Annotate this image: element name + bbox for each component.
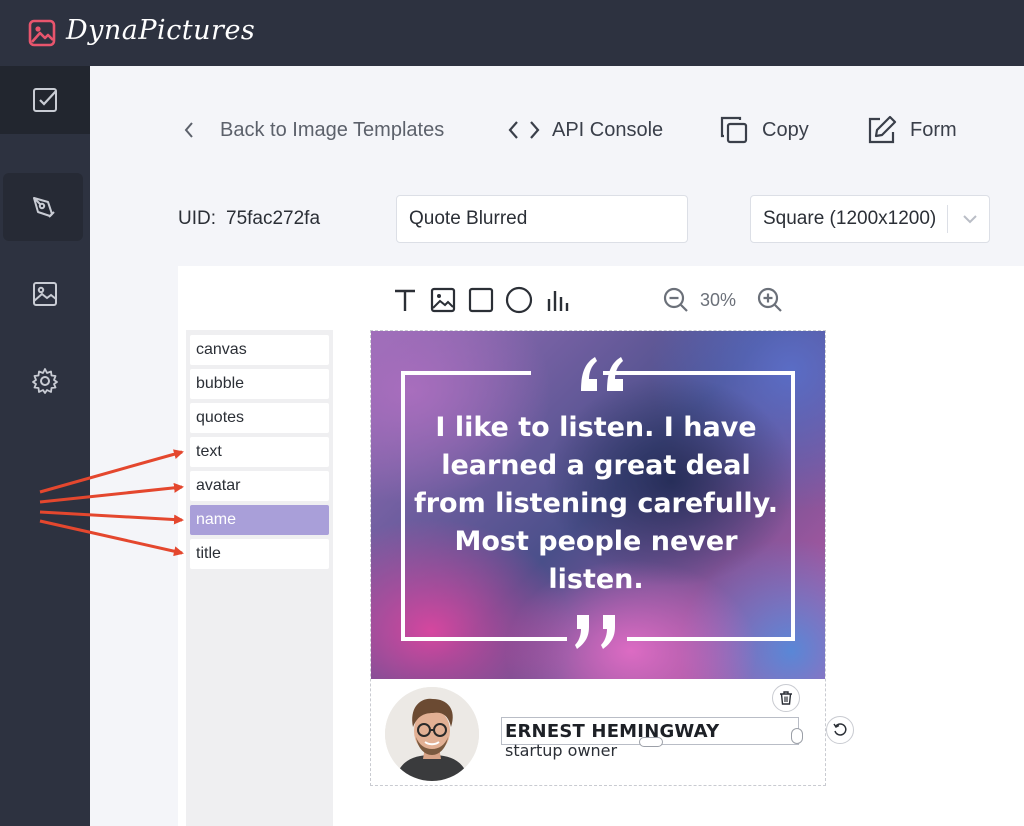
back-to-templates-link[interactable]: Back to Image Templates (182, 112, 444, 148)
circle-tool-icon (505, 286, 533, 314)
size-select[interactable]: Square (1200x1200) (750, 195, 990, 243)
sidebar-item-design[interactable] (3, 173, 83, 241)
image-icon (28, 19, 56, 47)
trash-icon (780, 691, 792, 705)
layer-item[interactable]: title (190, 539, 329, 569)
gear-icon (32, 368, 58, 394)
chevron-down-icon (963, 215, 977, 224)
layer-item[interactable]: quotes (190, 403, 329, 433)
api-console-label: API Console (552, 118, 664, 141)
copy-icon (720, 116, 748, 144)
uid-value: 75fac272fa (226, 208, 321, 229)
sidebar-item-settings[interactable] (0, 347, 90, 415)
rectangle-tool-icon (468, 287, 494, 313)
pen-tool-icon (33, 197, 55, 218)
sidebar (0, 66, 90, 826)
checkbox-icon (33, 88, 57, 112)
uid-label: UID: (178, 208, 216, 229)
open-quote-icon (581, 357, 623, 391)
delete-layer-button[interactable] (772, 684, 800, 712)
person-title-text[interactable]: startup owner (505, 741, 617, 760)
chart-tool-icon (547, 291, 569, 311)
rotate-icon (833, 723, 847, 736)
code-icon (508, 121, 540, 139)
image-tool-icon (430, 287, 456, 313)
chevron-left-icon (184, 122, 193, 138)
copy-button[interactable]: Copy (718, 112, 809, 148)
avatar[interactable] (385, 687, 479, 781)
resize-handle-bottom[interactable] (639, 737, 663, 747)
chart-tool-button[interactable] (542, 285, 572, 315)
top-bar: DynaPictures (0, 0, 1024, 66)
form-label: Form (910, 118, 957, 141)
sidebar-item-tasks[interactable] (0, 66, 90, 134)
back-label: Back to Image Templates (220, 118, 445, 141)
zoom-in-icon[interactable] (756, 286, 784, 314)
layer-item[interactable]: canvas (190, 335, 329, 365)
size-select-value: Square (1200x1200) (763, 208, 937, 229)
quote-text[interactable]: I like to listen. I have learned a great… (411, 409, 781, 599)
text-tool-icon (395, 289, 415, 311)
api-console-button[interactable]: API Console (508, 112, 663, 148)
layer-item[interactable]: bubble (190, 369, 329, 399)
layer-item-selected[interactable]: name (190, 505, 329, 535)
copy-label: Copy (762, 118, 809, 141)
design-canvas[interactable]: I like to listen. I have learned a great… (370, 330, 826, 786)
zoom-level: 30% (700, 290, 737, 310)
uid-display: UID: 75fac272fa (178, 208, 320, 230)
close-quote-icon (575, 615, 615, 649)
zoom-out-icon[interactable] (662, 286, 690, 314)
text-tool-button[interactable] (390, 285, 420, 315)
template-name-input[interactable] (396, 195, 688, 243)
layer-item[interactable]: text (190, 437, 329, 467)
edit-icon (868, 115, 897, 144)
brand-name: DynaPictures (66, 15, 256, 46)
image-icon (33, 282, 57, 306)
person-photo (385, 687, 479, 781)
select-divider (947, 205, 948, 233)
layer-item[interactable]: avatar (190, 471, 329, 501)
circle-tool-button[interactable] (504, 285, 534, 315)
form-button[interactable]: Form (866, 112, 957, 148)
rectangle-tool-button[interactable] (466, 285, 496, 315)
image-tool-button[interactable] (428, 285, 458, 315)
rotate-layer-button[interactable] (826, 716, 854, 744)
resize-handle-right[interactable] (791, 728, 803, 744)
sidebar-item-images[interactable] (0, 260, 90, 328)
